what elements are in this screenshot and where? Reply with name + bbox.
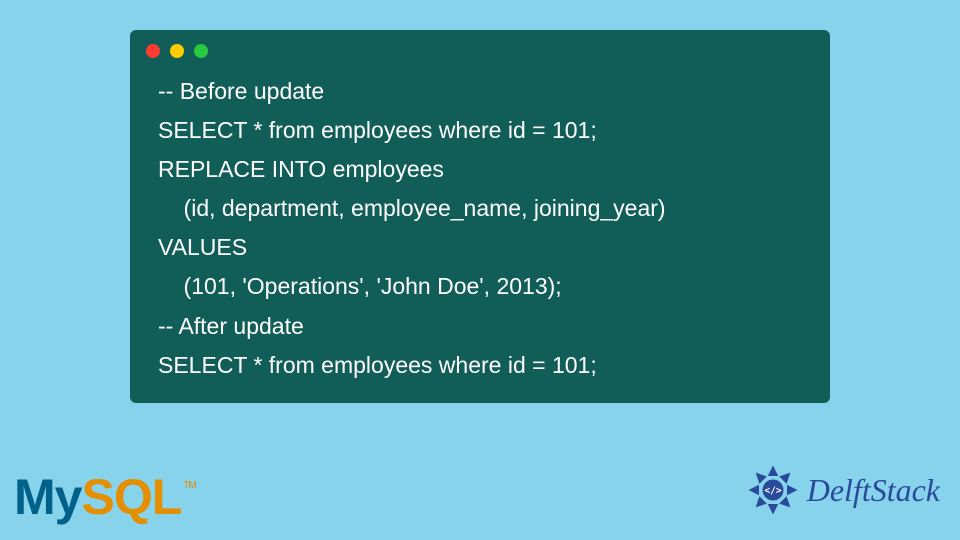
maximize-icon: [194, 44, 208, 58]
delftstack-icon: </>: [745, 462, 801, 518]
window-traffic-lights: [130, 30, 830, 64]
delftstack-logo: </> DelftStack: [745, 462, 940, 518]
minimize-icon: [170, 44, 184, 58]
mysql-logo: My SQL TM: [14, 468, 196, 526]
delftstack-text: DelftStack: [807, 472, 940, 509]
mysql-logo-my: My: [14, 468, 81, 526]
code-block: -- Before update SELECT * from employees…: [130, 64, 830, 385]
code-window: -- Before update SELECT * from employees…: [130, 30, 830, 403]
close-icon: [146, 44, 160, 58]
mysql-logo-sql: SQL: [81, 468, 181, 526]
mysql-logo-tm: TM: [183, 480, 195, 491]
svg-text:</>: </>: [764, 486, 782, 497]
